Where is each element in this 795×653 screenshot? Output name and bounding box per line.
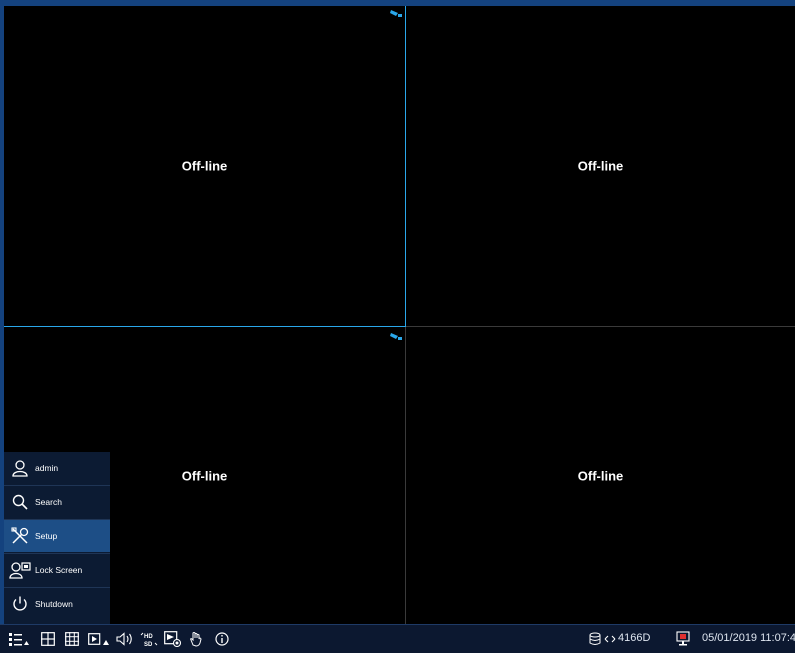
alarm-icon[interactable]: [676, 630, 690, 648]
camera-icon: [390, 10, 402, 17]
menu-item-admin[interactable]: admin: [4, 452, 110, 484]
split-9-icon[interactable]: [64, 630, 80, 648]
camera-status: Off-line: [577, 158, 624, 174]
camera-tile-4[interactable]: Off-line: [406, 327, 795, 624]
lock-screen-icon: [9, 559, 31, 581]
hd-sd-icon[interactable]: HD SD: [140, 630, 158, 648]
menu-item-label: Search: [35, 497, 62, 507]
menu-item-label: admin: [35, 463, 59, 473]
popup-menu: admin Search Setup Lock Screen Shutdown: [4, 452, 110, 624]
camera-status: Off-line: [181, 158, 228, 174]
user-icon: [9, 457, 31, 479]
selection-border-bottom: [4, 326, 406, 327]
selection-border-right: [405, 6, 406, 327]
tools-icon: [9, 525, 31, 547]
record-icon[interactable]: [164, 630, 182, 648]
power-icon: [9, 593, 31, 615]
camera-tile-1[interactable]: Off-line: [4, 6, 405, 326]
svg-text:HD: HD: [144, 634, 153, 640]
volume-icon[interactable]: [116, 630, 134, 648]
menu-item-label: Setup: [35, 531, 58, 541]
camera-icon: [390, 333, 402, 340]
split-4-icon[interactable]: [40, 630, 56, 648]
taskbar: HD SD 4166D 05/01/2019 11:07:4: [0, 624, 795, 653]
device-id: 4166D: [618, 632, 651, 644]
svg-text:SD: SD: [144, 642, 153, 647]
camera-grid: Off-line Off-line Off-line Off-line: [4, 6, 795, 624]
camera-tile-2[interactable]: Off-line: [406, 6, 795, 326]
ptz-hand-icon[interactable]: [188, 630, 204, 648]
menu-item-shutdown[interactable]: Shutdown: [4, 588, 110, 620]
hdd-network-icon[interactable]: [589, 630, 617, 648]
main-menu-icon[interactable]: [9, 630, 29, 648]
sequence-icon[interactable]: [88, 630, 110, 648]
menu-item-lock-screen[interactable]: Lock Screen: [4, 554, 110, 586]
info-icon[interactable]: [214, 630, 230, 648]
menu-item-label: Shutdown: [35, 599, 73, 609]
menu-item-setup[interactable]: Setup: [4, 520, 110, 552]
camera-status: Off-line: [577, 468, 624, 483]
search-icon: [9, 491, 31, 513]
date-time: 05/01/2019 11:07:4: [702, 632, 795, 644]
menu-item-label: Lock Screen: [35, 565, 83, 575]
menu-item-search[interactable]: Search: [4, 486, 110, 518]
